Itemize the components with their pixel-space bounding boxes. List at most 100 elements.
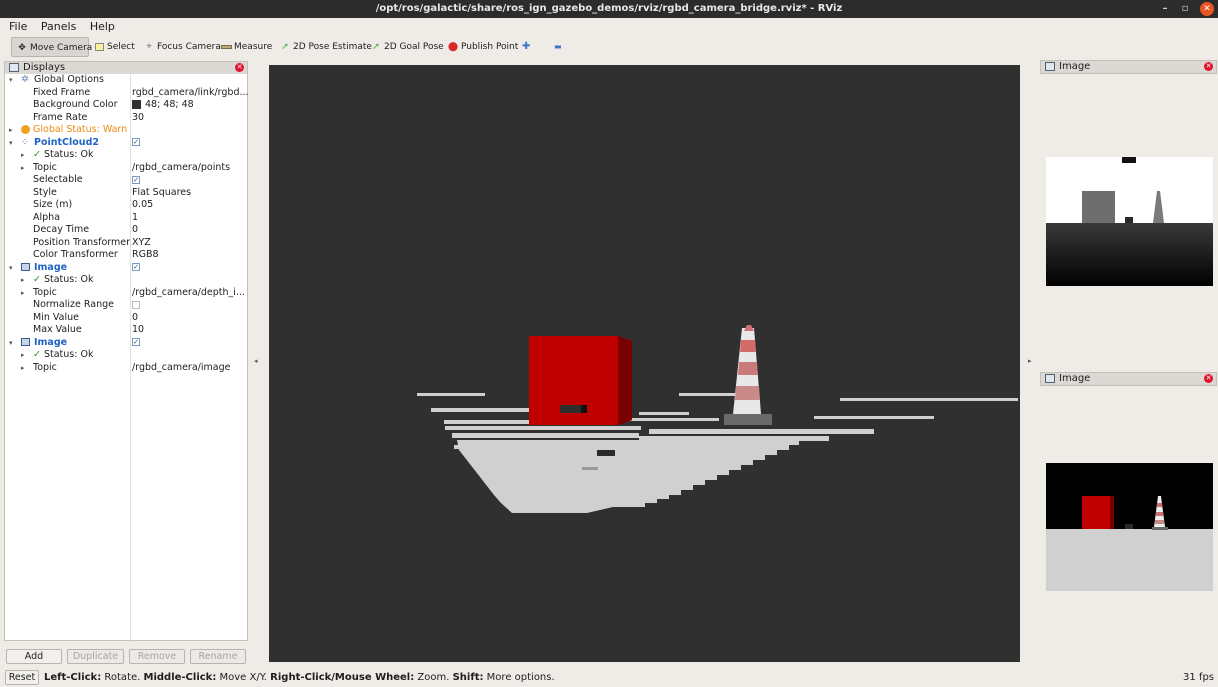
normalize-range-checkbox[interactable] (132, 299, 140, 312)
collapse-arrow-icon[interactable]: ▸ (21, 274, 25, 287)
checkmark-icon: ✓ (33, 349, 41, 360)
color-transformer-value[interactable]: RGB8 (132, 249, 159, 262)
select-tool[interactable]: Select (89, 37, 139, 57)
pose-estimate-label: 2D Pose Estimate (293, 42, 372, 52)
rename-display-button[interactable]: Rename (190, 649, 246, 664)
tree-row-size[interactable]: Size (m) 0.05 (5, 199, 247, 212)
pointcloud2-enabled-checkbox[interactable]: ✓ (132, 137, 140, 150)
tree-row-color-transformer[interactable]: Color Transformer RGB8 (5, 249, 247, 262)
collapse-arrow-icon[interactable]: ▸ (21, 287, 25, 300)
image-rgb-enabled-checkbox[interactable]: ✓ (132, 337, 140, 350)
tree-row-pointcloud2[interactable]: ▾ ⁘ PointCloud2 ✓ (5, 137, 247, 150)
close-panel-icon[interactable]: ✕ (235, 63, 244, 72)
tree-row-image-rgb-topic[interactable]: ▸ Topic /rgbd_camera/image (5, 362, 247, 375)
min-value[interactable]: 0 (132, 312, 138, 325)
checkmark-icon: ✓ (33, 149, 41, 160)
collapse-arrow-icon[interactable]: ▸ (21, 349, 25, 362)
background-color-text: 48; 48; 48 (145, 99, 194, 110)
rgb-image (1046, 463, 1213, 591)
menu-file[interactable]: File (0, 18, 32, 36)
close-window-button[interactable]: ✕ (1200, 2, 1214, 16)
image-depth-topic-value[interactable]: /rgbd_camera/depth_i... (132, 287, 245, 300)
close-panel-icon[interactable]: ✕ (1204, 62, 1213, 71)
status-text: Status: Ok (43, 274, 94, 285)
tree-row-selectable[interactable]: Selectable ✓ (5, 174, 247, 187)
collapse-arrow-icon[interactable]: ▸ (21, 149, 25, 162)
status-ok: ✓ Status: Ok (33, 349, 93, 362)
tree-row-frame-rate[interactable]: Frame Rate 30 (5, 112, 247, 125)
tree-row-image-rgb[interactable]: ▾ Image ✓ (5, 337, 247, 350)
reset-button[interactable]: Reset (5, 670, 39, 685)
frame-rate-value[interactable]: 30 (132, 112, 144, 125)
ground-mark (582, 467, 598, 470)
expand-arrow-icon[interactable]: ▾ (9, 74, 13, 87)
tree-row-image-depth-status[interactable]: ▸ ✓ Status: Ok (5, 274, 247, 287)
tree-row-alpha[interactable]: Alpha 1 (5, 212, 247, 225)
menu-panels[interactable]: Panels (36, 18, 81, 36)
move-camera-label: Move Camera (30, 43, 93, 53)
tree-row-normalize-range[interactable]: Normalize Range (5, 299, 247, 312)
image-panel-1-title: Image (1059, 61, 1091, 72)
render-viewport[interactable] (269, 65, 1020, 662)
collapse-arrow-icon[interactable]: ▸ (21, 362, 25, 375)
measure-tool[interactable]: Measure (216, 37, 276, 57)
expand-arrow-icon[interactable]: ▾ (9, 337, 13, 350)
max-value[interactable]: 10 (132, 324, 144, 337)
background-color-value[interactable]: 48; 48; 48 (132, 99, 194, 112)
displays-tree[interactable]: ▾ ✲ Global Options Fixed Frame rgbd_came… (4, 74, 249, 641)
tree-row-image-rgb-status[interactable]: ▸ ✓ Status: Ok (5, 349, 247, 362)
collapse-left-dock-handle[interactable]: ◂ (254, 357, 258, 365)
expand-arrow-icon[interactable]: ▾ (9, 137, 13, 150)
add-tool-button[interactable]: ✚ (518, 37, 534, 57)
tree-row-style[interactable]: Style Flat Squares (5, 187, 247, 200)
image-panel-2-header: Image ✕ (1040, 372, 1217, 386)
tree-row-global-options[interactable]: ▾ ✲ Global Options (5, 74, 247, 87)
size-value[interactable]: 0.05 (132, 199, 153, 212)
pose-estimate-tool[interactable]: ➚ 2D Pose Estimate (275, 37, 376, 57)
alpha-value[interactable]: 1 (132, 212, 138, 225)
remove-display-button[interactable]: Remove (129, 649, 185, 664)
image-depth-enabled-checkbox[interactable]: ✓ (132, 262, 140, 275)
expand-arrow-icon[interactable]: ▾ (9, 262, 13, 275)
collapse-arrow-icon[interactable]: ▸ (21, 162, 25, 175)
collapse-right-dock-handle[interactable]: ▸ (1028, 357, 1032, 365)
tree-row-decay-time[interactable]: Decay Time 0 (5, 224, 247, 237)
depth-image (1046, 157, 1213, 286)
tree-row-position-transformer[interactable]: Position Transformer XYZ (5, 237, 247, 250)
checkmark-icon: ✓ (33, 274, 41, 285)
tree-row-image-depth[interactable]: ▾ Image ✓ (5, 262, 247, 275)
remove-tool-button[interactable]: ▬ (550, 37, 566, 57)
collapse-arrow-icon[interactable]: ▸ (9, 124, 13, 137)
tree-row-background-color[interactable]: Background Color 48; 48; 48 (5, 99, 247, 112)
tree-row-image-depth-topic[interactable]: ▸ Topic /rgbd_camera/depth_i... (5, 287, 247, 300)
move-camera-icon: ✥ (18, 43, 26, 53)
tree-row-pointcloud-status[interactable]: ▸ ✓ Status: Ok (5, 149, 247, 162)
duplicate-display-button[interactable]: Duplicate (67, 649, 124, 664)
focus-camera-tool[interactable]: ⌖ Focus Camera (139, 37, 225, 57)
decay-time-value[interactable]: 0 (132, 224, 138, 237)
position-transformer-value[interactable]: XYZ (132, 237, 151, 250)
move-camera-tool[interactable]: ✥ Move Camera (11, 37, 93, 57)
tree-row-pointcloud-topic[interactable]: ▸ Topic /rgbd_camera/points (5, 162, 247, 175)
close-panel-icon[interactable]: ✕ (1204, 374, 1213, 383)
tree-row-global-status[interactable]: ▸ Global Status: Warn (5, 124, 247, 137)
pointcloud-topic-value[interactable]: /rgbd_camera/points (132, 162, 230, 175)
tree-row-max-value[interactable]: Max Value 10 (5, 324, 247, 337)
green-arrow-icon: ➚ (281, 42, 289, 52)
add-display-button[interactable]: Add (6, 649, 62, 664)
selectable-checkbox[interactable]: ✓ (132, 174, 140, 187)
fixed-frame-value[interactable]: rgbd_camera/link/rgbd... (132, 87, 249, 100)
maximize-button[interactable]: ▫ (1178, 0, 1192, 18)
ground-points (417, 393, 1018, 513)
fps-counter: 31 fps (1183, 672, 1214, 683)
image-rgb-topic-value[interactable]: /rgbd_camera/image (132, 362, 230, 375)
style-value[interactable]: Flat Squares (132, 187, 191, 200)
menu-help[interactable]: Help (85, 18, 120, 36)
publish-point-tool[interactable]: ⬤ Publish Point (443, 37, 522, 57)
minimize-button[interactable]: – (1158, 0, 1172, 18)
goal-pose-tool[interactable]: ➚ 2D Goal Pose (366, 37, 448, 57)
tree-row-fixed-frame[interactable]: Fixed Frame rgbd_camera/link/rgbd... (5, 87, 249, 100)
image-panel-2-title: Image (1059, 373, 1091, 384)
tree-row-min-value[interactable]: Min Value 0 (5, 312, 247, 325)
monitor-icon (9, 63, 19, 72)
